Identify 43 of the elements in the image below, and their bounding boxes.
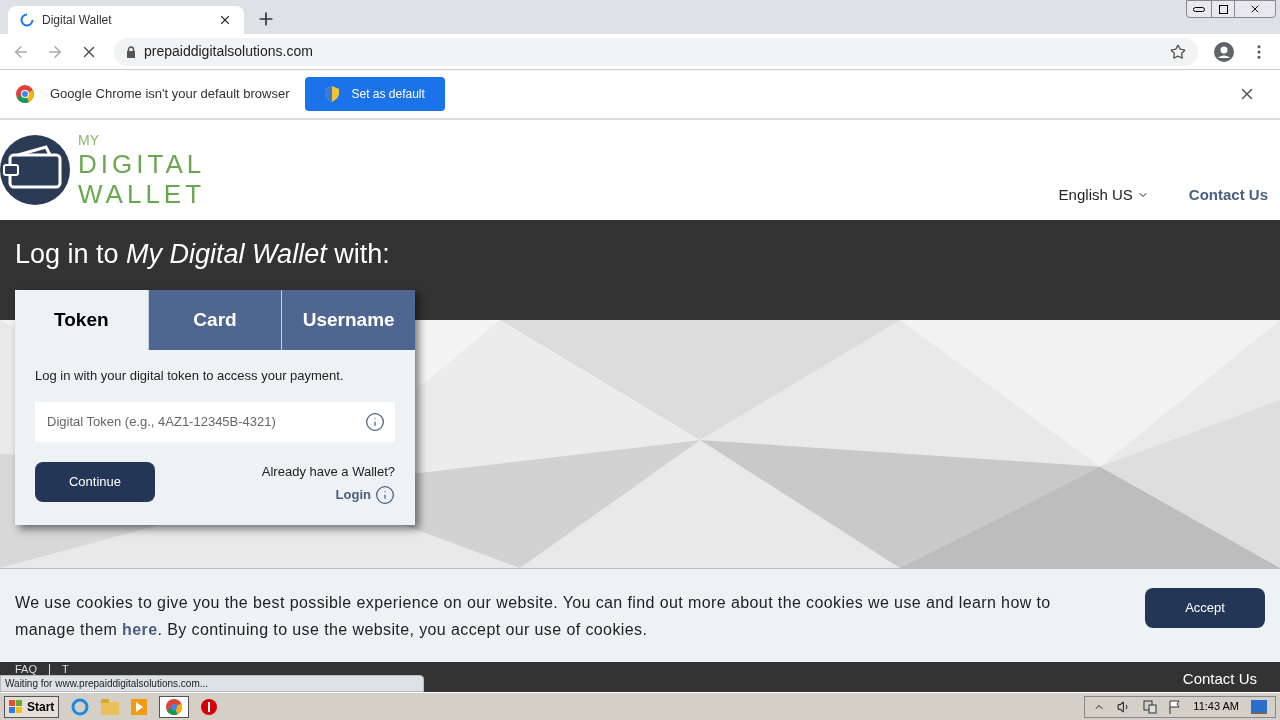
- status-bubble: Waiting for www.prepaiddigitalsolutions.com...: [0, 675, 424, 692]
- browser-tab[interactable]: Digital Wallet: [8, 6, 244, 34]
- footer-link[interactable]: FAQ: [15, 664, 37, 675]
- login-tab[interactable]: Token: [15, 290, 148, 350]
- start-button[interactable]: Start: [4, 695, 60, 718]
- login-tab[interactable]: Username: [281, 290, 415, 350]
- address-bar[interactable]: prepaiddigitalsolutions.com: [114, 37, 1198, 66]
- account-icon[interactable]: [1214, 41, 1234, 62]
- restore-icon[interactable]: [1211, 1, 1235, 17]
- logo-text: WALLET: [78, 181, 206, 207]
- instruction-text: Log in with your digital token to access your payment.: [35, 367, 345, 385]
- clock-text: 11:43 AM: [1193, 699, 1239, 715]
- logo-text: DIGITAL: [78, 151, 206, 177]
- taskbar-app[interactable]: [159, 695, 190, 718]
- star-icon[interactable]: [1170, 43, 1186, 60]
- cookie-link[interactable]: here: [122, 620, 158, 638]
- network-icon[interactable]: [1143, 699, 1158, 714]
- info-icon[interactable]: [375, 485, 395, 505]
- lock-icon: [126, 45, 136, 58]
- close-icon[interactable]: [218, 13, 232, 27]
- windows-logo-icon: [9, 699, 23, 714]
- desktop-icon[interactable]: [1251, 699, 1267, 714]
- tab-title: Digital Wallet: [42, 12, 113, 29]
- flag-icon[interactable]: [1169, 699, 1182, 714]
- stop-sign-icon[interactable]: [201, 698, 218, 715]
- continue-button[interactable]: Continue: [35, 461, 155, 502]
- login-tab[interactable]: Card: [147, 290, 282, 350]
- set-default-button[interactable]: Set as default: [305, 77, 445, 111]
- language-selector[interactable]: English US: [1058, 183, 1149, 206]
- accept-button[interactable]: Accept: [1145, 587, 1265, 628]
- contact-link[interactable]: Contact Us: [1188, 183, 1268, 206]
- login-link[interactable]: Login: [335, 485, 371, 505]
- footer-contact-link[interactable]: Contact Us: [1182, 668, 1257, 691]
- logo-text: MY: [78, 133, 100, 147]
- wallet-prompt: Already have a Wallet?: [261, 462, 395, 481]
- cookie-message: We use cookies to give you the best possible experience on our website. You can find out more about the cookies we use and learn how to manage them here. By continuing to use the website, you accept our use of cookies.: [15, 592, 1052, 640]
- page-heading: Log in to My Digital Wallet with:: [15, 238, 391, 271]
- shield-icon: [325, 86, 340, 102]
- url-text: prepaiddigitalsolutions.com: [144, 42, 314, 61]
- chrome-logo-icon: [16, 85, 34, 103]
- token-field[interactable]: Digital Token (e.g., 4AZ1-12345B-4321): [35, 401, 395, 442]
- info-icon[interactable]: [365, 411, 385, 432]
- infobar-message: Google Chrome isn't your default browser: [50, 85, 290, 104]
